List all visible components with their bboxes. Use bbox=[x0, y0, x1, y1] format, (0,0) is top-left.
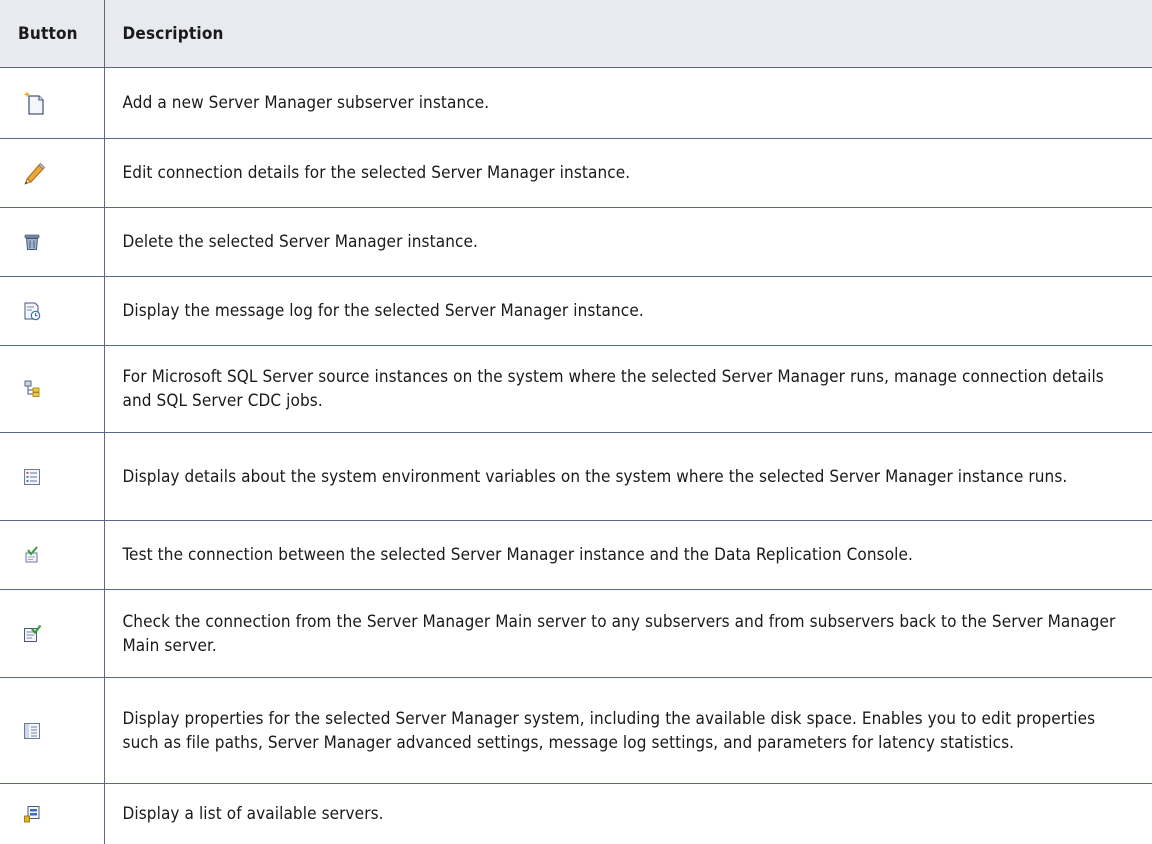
column-header-description: Description bbox=[103, 0, 1152, 68]
table-row: Add a new Server Manager subserver insta… bbox=[0, 67, 1152, 139]
add-subserver-icon bbox=[22, 90, 46, 116]
description-cell: Delete the selected Server Manager insta… bbox=[103, 207, 1152, 277]
table-row: Display the message log for the selected… bbox=[0, 276, 1152, 346]
table-row: Delete the selected Server Manager insta… bbox=[0, 207, 1152, 277]
test-connection-icon bbox=[22, 545, 42, 565]
sql-server-cdc-icon bbox=[22, 379, 42, 399]
description-cell: Edit connection details for the selected… bbox=[103, 138, 1152, 208]
table-row: Display properties for the selected Serv… bbox=[0, 677, 1152, 784]
description-cell: Display properties for the selected Serv… bbox=[103, 677, 1152, 784]
table-row: Edit connection details for the selected… bbox=[0, 138, 1152, 208]
button-description-table: Button Description Add a new Server Mana… bbox=[0, 0, 1152, 844]
table-row: Test the connection between the selected… bbox=[0, 520, 1152, 590]
button-cell bbox=[0, 276, 104, 346]
edit-pencil-icon bbox=[22, 161, 46, 185]
environment-variables-icon bbox=[22, 467, 42, 487]
column-header-button: Button bbox=[0, 0, 104, 68]
table-row: Check the connection from the Server Man… bbox=[0, 589, 1152, 678]
description-cell: Display a list of available servers. bbox=[103, 783, 1152, 844]
description-cell: Display the message log for the selected… bbox=[103, 276, 1152, 346]
message-log-icon bbox=[22, 301, 42, 321]
table-row: Display details about the system environ… bbox=[0, 432, 1152, 521]
table-row: Display a list of available servers. bbox=[0, 783, 1152, 844]
delete-trash-icon bbox=[22, 232, 42, 252]
button-cell bbox=[0, 67, 104, 139]
description-cell: Display details about the system environ… bbox=[103, 432, 1152, 521]
button-cell bbox=[0, 589, 104, 678]
table-row: For Microsoft SQL Server source instance… bbox=[0, 345, 1152, 433]
button-cell bbox=[0, 520, 104, 590]
check-connection-icon bbox=[22, 624, 42, 644]
button-cell bbox=[0, 432, 104, 521]
description-cell: Test the connection between the selected… bbox=[103, 520, 1152, 590]
button-cell bbox=[0, 207, 104, 277]
button-cell bbox=[0, 677, 104, 784]
server-list-icon bbox=[22, 804, 42, 824]
description-cell: Check the connection from the Server Man… bbox=[103, 589, 1152, 678]
table-header-row: Button Description bbox=[0, 0, 1152, 68]
description-cell: For Microsoft SQL Server source instance… bbox=[103, 345, 1152, 433]
description-cell: Add a new Server Manager subserver insta… bbox=[103, 67, 1152, 139]
button-cell bbox=[0, 784, 104, 844]
properties-icon bbox=[22, 721, 42, 741]
button-cell bbox=[0, 345, 104, 433]
button-cell bbox=[0, 138, 104, 208]
